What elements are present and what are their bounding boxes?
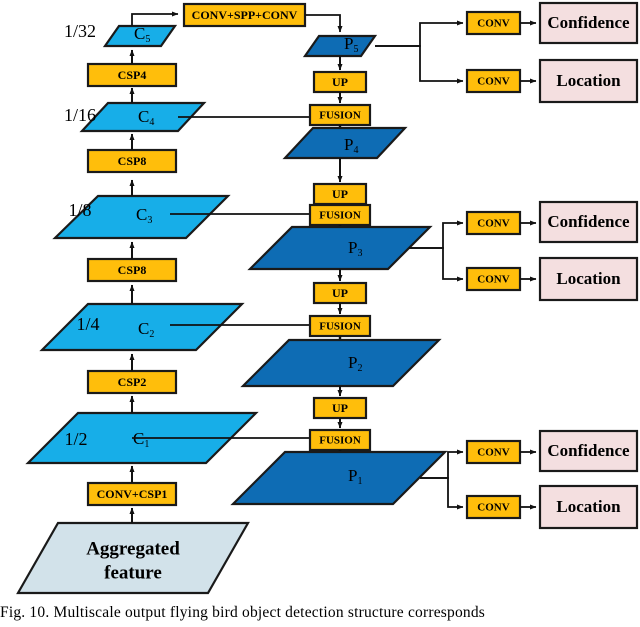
- node-conv-location-p3[interactable]: CONV: [465, 266, 522, 292]
- node-conv-csp1[interactable]: CONV+CSP1: [86, 481, 178, 507]
- node-fusion-4[interactable]: FUSION: [308, 103, 372, 127]
- node-aggregated-feature: Aggregated feature: [16, 521, 250, 595]
- node-csp4[interactable]: CSP4: [86, 62, 178, 88]
- node-conv-confidence-p3[interactable]: CONV: [465, 210, 522, 236]
- edge-spp-to-p5: [305, 14, 343, 33]
- node-p3: P3: [247, 225, 433, 271]
- node-c2: 1/4 C2: [39, 302, 245, 352]
- node-output-location-p3: Location: [538, 256, 639, 302]
- node-up-2[interactable]: UP: [312, 396, 368, 420]
- architecture-diagram: Aggregated feature CONV+CSP1 1/2 C1 CSP2…: [16, 1, 639, 595]
- edge-p1-to-conv-location: [420, 477, 464, 510]
- node-conv-location-p5[interactable]: CONV: [465, 68, 522, 94]
- conv-spp-conv-label: CONV+SPP+CONV: [192, 8, 298, 22]
- edge-p5-to-conv-confidence: [375, 20, 464, 47]
- node-output-location-p1: Location: [538, 484, 639, 530]
- conv-label: CONV: [477, 447, 509, 459]
- node-c5: 1/32 C5: [64, 21, 178, 48]
- confidence-label: Confidence: [547, 441, 630, 460]
- node-conv-location-p1[interactable]: CONV: [465, 494, 522, 520]
- node-output-confidence-p3: Confidence: [538, 200, 639, 244]
- csp8b-label: CSP8: [118, 154, 147, 168]
- node-fusion-3[interactable]: FUSION: [308, 203, 372, 227]
- c5-scale-label: 1/32: [64, 21, 96, 41]
- node-csp8-a[interactable]: CSP8: [86, 257, 178, 283]
- c4-scale-label: 1/16: [64, 105, 96, 125]
- node-conv-confidence-p5[interactable]: CONV: [465, 10, 522, 36]
- node-conv-confidence-p1[interactable]: CONV: [465, 439, 522, 465]
- aggregated-feature-label-line2: feature: [104, 562, 162, 583]
- node-up-5[interactable]: UP: [312, 70, 368, 94]
- edge-p5-to-conv-location: [375, 45, 464, 84]
- node-p5: P5: [302, 34, 378, 58]
- fusion3-label: FUSION: [319, 210, 361, 222]
- up5-label: UP: [332, 75, 348, 89]
- location-label: Location: [556, 497, 621, 516]
- c2-scale-label: 1/4: [76, 314, 99, 334]
- node-p1: P1: [230, 450, 448, 506]
- c1-scale-label: 1/2: [64, 429, 87, 449]
- fusion2-label: FUSION: [319, 321, 361, 333]
- location-label: Location: [556, 269, 621, 288]
- node-output-confidence-p5: Confidence: [538, 1, 639, 45]
- node-c3: 1/8 C3: [52, 194, 231, 240]
- edge-p3-to-conv-location: [409, 247, 464, 282]
- csp2-label: CSP2: [118, 375, 147, 389]
- node-fusion-2[interactable]: FUSION: [308, 314, 372, 338]
- csp8a-label: CSP8: [118, 263, 147, 277]
- node-up-3[interactable]: UP: [312, 281, 368, 305]
- conv-label: CONV: [477, 502, 509, 514]
- node-up-4[interactable]: UP: [312, 182, 368, 206]
- location-label: Location: [556, 71, 621, 90]
- node-conv-spp-conv[interactable]: CONV+SPP+CONV: [182, 2, 307, 28]
- conv-label: CONV: [477, 76, 509, 88]
- conv-label: CONV: [477, 274, 509, 286]
- figure-container: Aggregated feature CONV+CSP1 1/2 C1 CSP2…: [0, 0, 640, 627]
- confidence-label: Confidence: [547, 212, 630, 231]
- node-p4: P4: [282, 126, 408, 160]
- node-csp2[interactable]: CSP2: [86, 369, 178, 395]
- up4-label: UP: [332, 187, 348, 201]
- fusion4-label: FUSION: [319, 110, 361, 122]
- conv-label: CONV: [477, 18, 509, 30]
- up2-label: UP: [332, 401, 348, 415]
- node-p2: P2: [240, 338, 442, 388]
- node-fusion-1[interactable]: FUSION: [308, 428, 372, 452]
- node-output-location-p5: Location: [538, 58, 639, 104]
- csp4-label: CSP4: [118, 68, 147, 82]
- up3-label: UP: [332, 286, 348, 300]
- conv-label: CONV: [477, 218, 509, 230]
- aggregated-feature-label-line1: Aggregated: [86, 538, 180, 559]
- confidence-label: Confidence: [547, 13, 630, 32]
- fusion1-label: FUSION: [319, 435, 361, 447]
- c3-scale-label: 1/8: [68, 200, 91, 220]
- node-output-confidence-p1: Confidence: [538, 429, 639, 473]
- figure-caption: Fig. 10. Multiscale output flying bird o…: [0, 604, 486, 621]
- node-csp8-b[interactable]: CSP8: [86, 148, 178, 174]
- conv-csp1-label: CONV+CSP1: [97, 487, 168, 501]
